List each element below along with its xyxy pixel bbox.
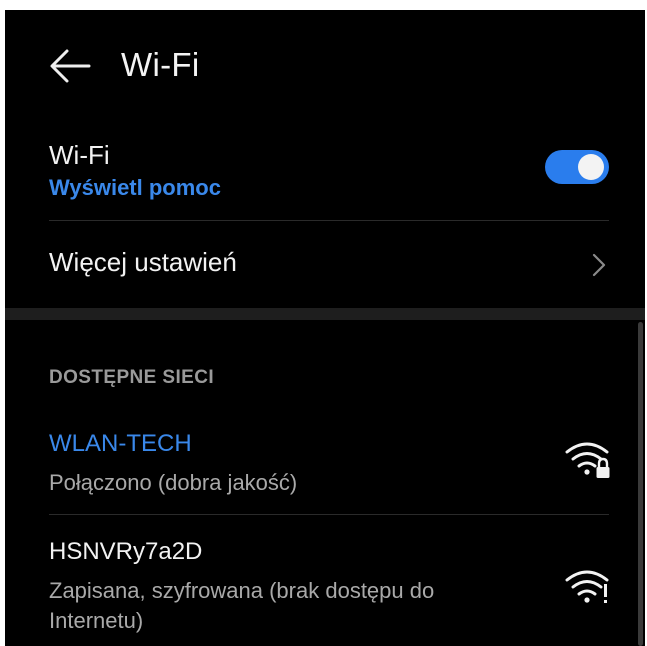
network-name: WLAN-TECH: [49, 430, 192, 457]
wifi-switch[interactable]: [545, 150, 609, 184]
wifi-lock-icon: [565, 442, 610, 478]
section-separator: [5, 308, 645, 320]
wifi-toggle-label: Wi-Fi: [49, 140, 110, 170]
more-settings-row[interactable]: Więcej ustawień: [5, 221, 645, 307]
network-name: HSNVRy7a2D: [49, 538, 203, 565]
switch-knob: [578, 154, 604, 180]
network-status: Zapisana, szyfrowana (brak dostępu do In…: [49, 578, 435, 633]
available-networks-heading: DOSTĘPNE SIECI: [49, 367, 215, 388]
wifi-toggle-row[interactable]: Wi-Fi Wyświetl pomoc: [5, 125, 645, 220]
chevron-right-icon: [592, 253, 606, 277]
network-item-wlan-tech[interactable]: WLAN-TECH Połączono (dobra jakość): [5, 430, 625, 514]
network-item-hsnvry7a2d[interactable]: HSNVRy7a2D Zapisana, szyfrowana (brak do…: [5, 538, 625, 646]
wifi-no-internet-icon: [565, 570, 609, 603]
help-link[interactable]: Wyświetl pomoc: [49, 175, 221, 201]
more-settings-label: Więcej ustawień: [49, 247, 237, 277]
page-title: Wi-Fi: [121, 46, 200, 83]
network-status: Połączono (dobra jakość): [49, 470, 298, 495]
scrollbar[interactable]: [638, 322, 643, 646]
app-bar: Wi-Fi: [5, 10, 645, 120]
settings-screen: Wi-Fi Wi-Fi Wyświetl pomoc Więcej ustawi…: [5, 10, 645, 646]
arrow-left-icon[interactable]: [49, 48, 91, 84]
divider: [49, 514, 609, 515]
